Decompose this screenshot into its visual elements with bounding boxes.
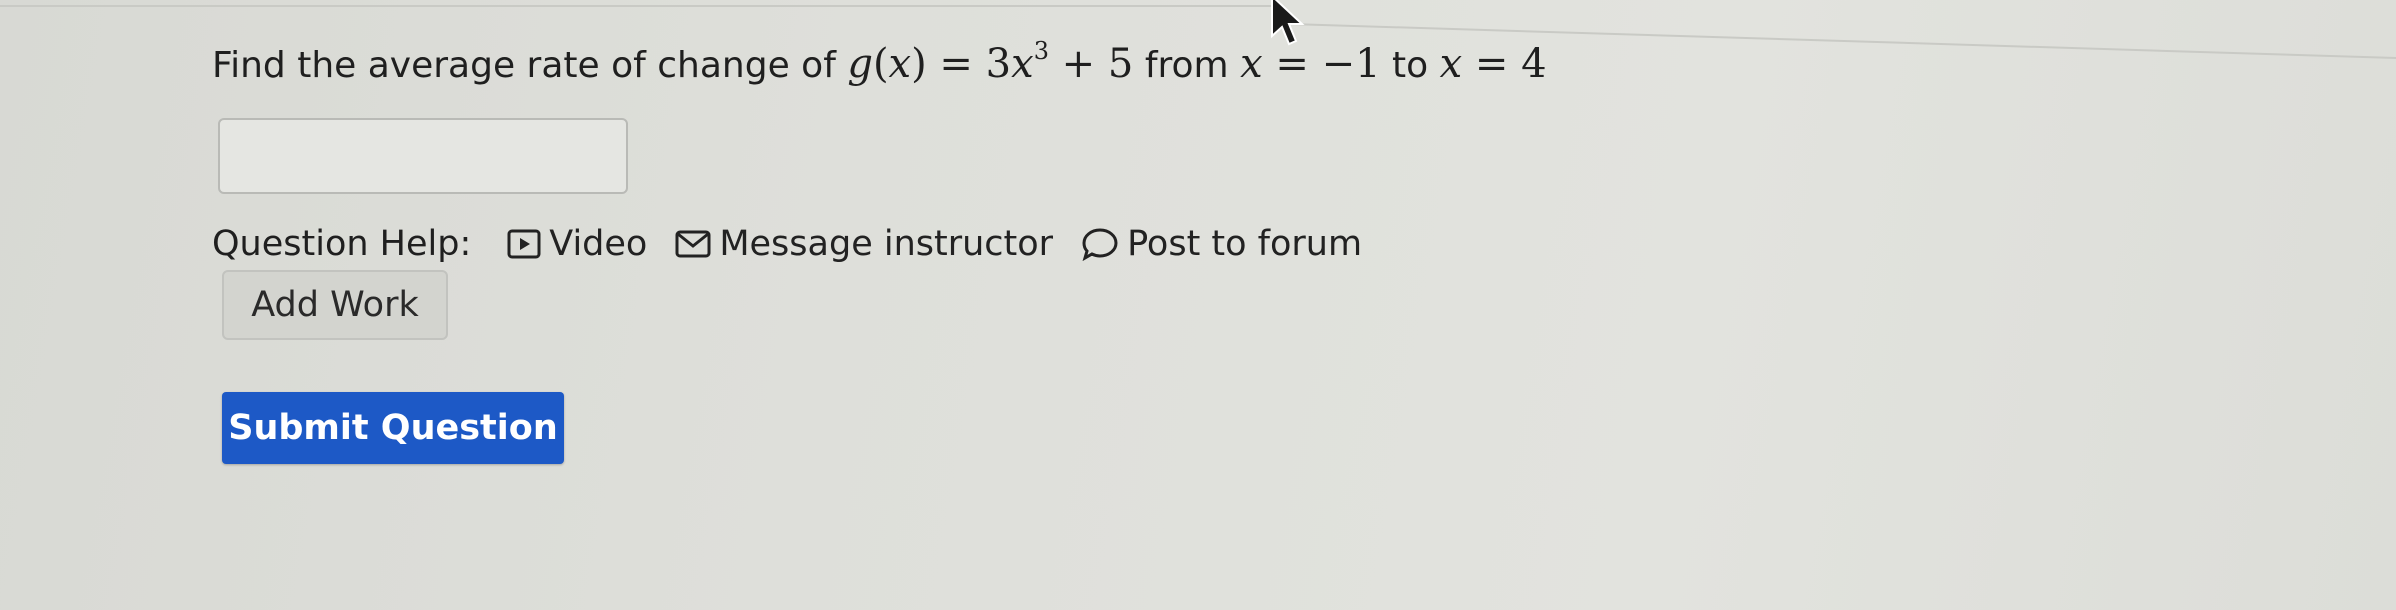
question-prefix: Find the average rate of change of xyxy=(212,45,848,86)
question-help: Question Help: Video Message instructor … xyxy=(212,224,1390,264)
submit-question-button[interactable]: Submit Question xyxy=(222,392,564,464)
video-icon xyxy=(507,229,541,259)
post-to-forum-label: Post to forum xyxy=(1127,224,1363,264)
function-expression: g(x) = 3x3 + 5 xyxy=(847,37,1134,87)
envelope-icon xyxy=(675,230,711,258)
end-interval: x = 4 xyxy=(1439,41,1547,87)
question-help-label: Question Help: xyxy=(212,224,472,264)
add-work-button[interactable]: Add Work xyxy=(222,270,448,340)
message-instructor-label: Message instructor xyxy=(719,224,1054,264)
question-text: Find the average rate of change of g(x) … xyxy=(212,38,1547,90)
post-to-forum-link[interactable]: Post to forum xyxy=(1081,224,1362,264)
video-link[interactable]: Video xyxy=(507,224,647,264)
to-label: to xyxy=(1392,45,1429,86)
from-label: from xyxy=(1144,45,1229,86)
speech-bubble-icon xyxy=(1082,228,1118,261)
message-instructor-link[interactable]: Message instructor xyxy=(675,224,1053,264)
answer-input[interactable] xyxy=(218,118,628,194)
mouse-cursor-icon xyxy=(1271,0,1305,46)
video-link-label: Video xyxy=(549,224,648,264)
